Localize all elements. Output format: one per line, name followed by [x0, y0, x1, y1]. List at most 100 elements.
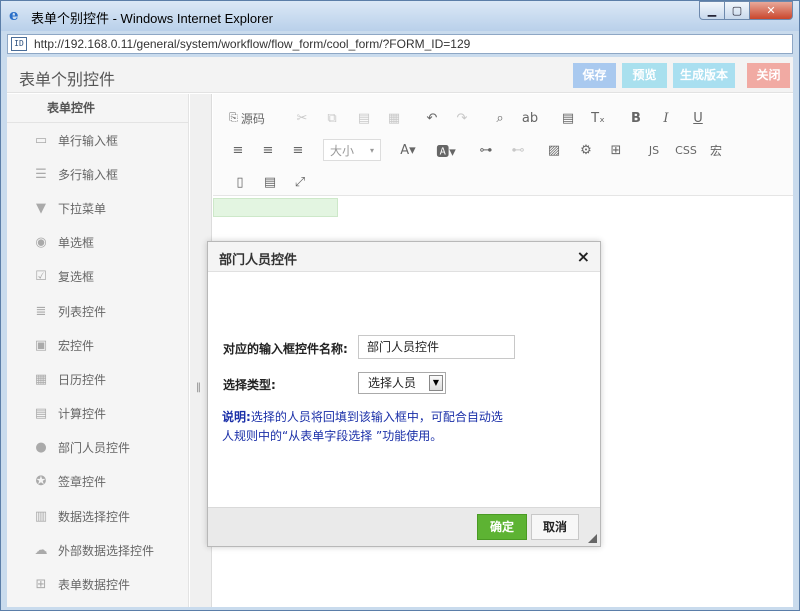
sidebar-heading: 表单控件 — [7, 94, 188, 123]
control-name-input[interactable]: 部门人员控件 — [358, 335, 515, 359]
copy-icon[interactable]: ⧉ — [321, 107, 343, 129]
sidebar-item-textbox[interactable]: ▭ 单行输入框 — [7, 123, 188, 157]
select-type-dropdown[interactable]: 选择人员 ▼ — [358, 372, 446, 394]
dialog-header: 部门人员控件 × — [208, 242, 600, 272]
replace-icon[interactable]: ab — [519, 107, 541, 129]
underline-icon[interactable]: U — [687, 107, 709, 129]
address-bar[interactable]: ID http://192.168.0.11/general/system/wo… — [7, 34, 793, 54]
help-note: 说明:选择的人员将回填到该输入框中，可配合自动选人规则中的“从表单字段选择 ”功… — [222, 408, 512, 446]
font-size-select[interactable]: 大小 ▾ — [323, 139, 381, 161]
title-bar: e 表单个别控件 - Windows Internet Explorer ▁ ▢… — [1, 1, 799, 31]
sidebar-item-external-data[interactable]: ☁ 外部数据选择控件 — [7, 533, 188, 567]
sidebar-item-dropdown[interactable]: ▼ 下拉菜单 — [7, 191, 188, 225]
flash-icon[interactable]: ⚙ — [575, 139, 597, 161]
select-all-icon[interactable]: ▤ — [557, 107, 579, 129]
radio-icon: ◉ — [35, 235, 47, 251]
bold-icon[interactable]: B — [625, 107, 647, 129]
preview-doc-icon[interactable]: ▤ — [259, 171, 281, 193]
sidebar-item-label: 日历控件 — [58, 372, 107, 387]
ie-window: e 表单个别控件 - Windows Internet Explorer ▁ ▢… — [0, 0, 800, 611]
page-break-icon[interactable]: ▯ — [229, 171, 251, 193]
checkbox-icon: ☑ — [35, 269, 47, 285]
maximize-button[interactable]: ▢ — [724, 1, 750, 20]
close-button[interactable]: 关闭 — [747, 63, 790, 88]
dialog-footer: 确定 取消 — [208, 507, 600, 546]
fullscreen-icon[interactable]: ⤢ — [289, 171, 311, 193]
page-icon: ID — [11, 37, 27, 51]
minimize-button[interactable]: ▁ — [699, 1, 725, 20]
font-size-label: 大小 — [330, 143, 355, 158]
dropdown-icon: ▼ — [36, 200, 46, 216]
calculator-icon: ▤ — [34, 406, 48, 422]
textbox-icon: ▭ — [34, 132, 48, 148]
sidebar-item-list[interactable]: ≣ 列表控件 — [7, 294, 188, 328]
source-label: 源码 — [240, 111, 265, 126]
sidebar-item-label: 单选框 — [58, 236, 95, 251]
dialog-body: 对应的输入框控件名称: 部门人员控件 选择类型: 选择人员 ▼ 说明:选择的人员… — [208, 272, 600, 507]
source-button[interactable]: ⎘ 源码 — [223, 107, 271, 129]
macro-button[interactable]: 宏 — [705, 139, 727, 161]
background-color-icon[interactable]: 🅰▾ — [433, 139, 459, 161]
form-field-cell[interactable] — [213, 198, 338, 217]
sidebar-item-label: 表单数据控件 — [58, 578, 131, 593]
sidebar-item-checkbox[interactable]: ☑ 复选框 — [7, 260, 188, 294]
dept-user-control-dialog: 部门人员控件 × 对应的输入框控件名称: 部门人员控件 选择类型: 选择人员 ▼… — [207, 241, 601, 547]
align-right-icon[interactable]: ≡ — [287, 139, 309, 161]
sidebar-item-calendar[interactable]: ▦ 日历控件 — [7, 362, 188, 396]
sidebar-item-label: 宏控件 — [58, 338, 95, 353]
sidebar-item-macro[interactable]: ▣ 宏控件 — [7, 328, 188, 362]
generate-version-button[interactable]: 生成版本 — [673, 63, 735, 88]
sidebar-item-label: 外部数据选择控件 — [58, 543, 155, 558]
italic-icon[interactable]: I — [655, 107, 677, 129]
js-button[interactable]: JS — [643, 139, 665, 161]
paste-icon[interactable]: ▤ — [353, 107, 375, 129]
remove-format-icon[interactable]: Tₓ — [587, 107, 609, 129]
sidebar-item-form-data[interactable]: ⊞ 表单数据控件 — [7, 567, 188, 601]
font-color-icon[interactable]: A▾ — [395, 139, 421, 161]
redo-icon[interactable]: ↷ — [451, 107, 473, 129]
data-select-icon: ▥ — [34, 508, 48, 524]
align-left-icon[interactable]: ≡ — [227, 139, 249, 161]
table-icon[interactable]: ⊞ — [605, 139, 627, 161]
ok-button[interactable]: 确定 — [477, 514, 527, 540]
link-icon[interactable]: ⊶ — [475, 139, 497, 161]
cancel-button[interactable]: 取消 — [531, 514, 579, 540]
sidebar-item-label: 列表控件 — [58, 304, 107, 319]
splitter-grip-icon[interactable]: ‖ — [196, 382, 201, 393]
sidebar-item-data-select[interactable]: ▥ 数据选择控件 — [7, 499, 188, 533]
sidebar-item-label: 数据选择控件 — [58, 509, 131, 524]
dialog-title: 部门人员控件 — [219, 253, 298, 268]
address-url[interactable]: http://192.168.0.11/general/system/workf… — [34, 37, 470, 51]
css-button[interactable]: CSS — [673, 139, 699, 161]
ie-logo-icon: e — [9, 6, 19, 24]
sidebar-item-seal[interactable]: ✪ 签章控件 — [7, 465, 188, 499]
paste-text-icon[interactable]: ▦ — [383, 107, 405, 129]
unlink-icon[interactable]: ⊷ — [507, 139, 529, 161]
source-icon: ⎘ — [229, 111, 238, 124]
undo-icon[interactable]: ↶ — [421, 107, 443, 129]
sidebar-item-dept-user[interactable]: ● 部门人员控件 — [7, 431, 188, 465]
resize-handle-icon[interactable] — [588, 534, 597, 543]
dropdown-arrow-icon[interactable]: ▼ — [429, 375, 443, 391]
sidebar-item-radio[interactable]: ◉ 单选框 — [7, 226, 188, 260]
controls-sidebar: 表单控件 ▭ 单行输入框 ☰ 多行输入框 ▼ 下拉菜单 ◉ 单选框 ☑ 复选框 ≣ 列表控件… — [7, 94, 189, 607]
image-icon[interactable]: ▨ — [543, 139, 565, 161]
list-icon: ≣ — [35, 303, 47, 319]
close-icon[interactable]: × — [577, 247, 590, 266]
sidebar-item-calculator[interactable]: ▤ 计算控件 — [7, 397, 188, 431]
preview-button[interactable]: 预览 — [622, 63, 667, 88]
save-button[interactable]: 保存 — [573, 63, 616, 88]
sidebar-item-label: 计算控件 — [58, 407, 107, 422]
close-window-button[interactable]: ✕ — [749, 1, 793, 20]
sidebar-item-textarea[interactable]: ☰ 多行输入框 — [7, 157, 188, 191]
page-header: 表单个别控件 保存 预览 生成版本 关闭 — [7, 57, 793, 93]
note-text: 选择的人员将回填到该输入框中，可配合自动选人规则中的“从表单字段选择 ”功能使用… — [222, 410, 503, 443]
align-center-icon[interactable]: ≡ — [257, 139, 279, 161]
find-icon[interactable]: ⌕ — [489, 107, 511, 129]
user-icon: ● — [35, 440, 47, 456]
cut-icon[interactable]: ✂ — [291, 107, 313, 129]
sidebar-item-label: 多行输入框 — [58, 167, 119, 182]
window-title: 表单个别控件 - Windows Internet Explorer — [31, 11, 274, 26]
select-type-label: 选择类型: — [223, 378, 276, 392]
form-data-icon: ⊞ — [35, 577, 47, 593]
